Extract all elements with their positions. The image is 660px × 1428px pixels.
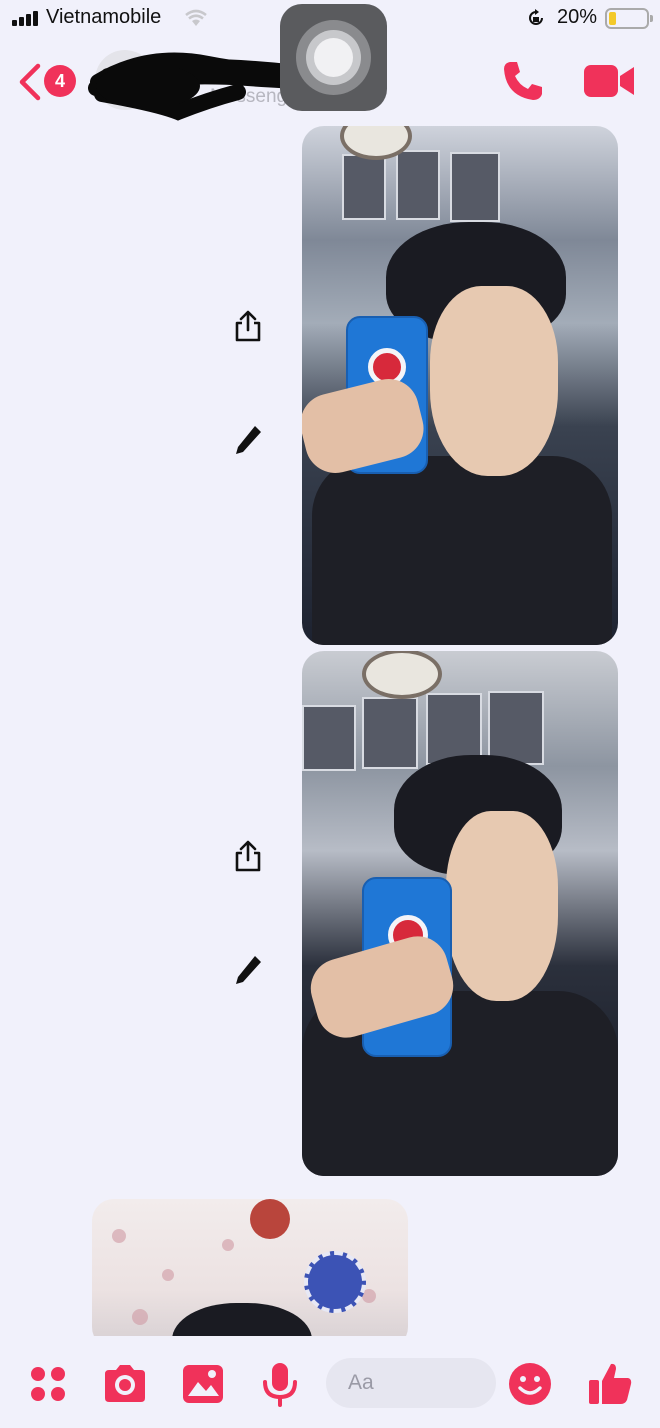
edit-pencil-icon [236, 426, 261, 454]
battery-percent: 20% [557, 6, 598, 28]
assistive-touch-button[interactable] [280, 4, 387, 111]
battery-level [609, 12, 616, 25]
photo-message[interactable] [92, 1199, 408, 1349]
back-button[interactable]: 4 [16, 60, 76, 104]
share-icon [235, 840, 261, 872]
share-icon [235, 310, 261, 342]
gallery-icon[interactable] [179, 1360, 227, 1408]
composer-bar [0, 1336, 660, 1428]
rotation-lock-icon [529, 9, 543, 25]
chevron-left-icon [19, 63, 41, 101]
message-composer[interactable] [326, 1358, 496, 1408]
message-input[interactable] [348, 1368, 478, 1398]
photo-message[interactable] [302, 126, 618, 645]
microphone-icon[interactable] [256, 1360, 304, 1408]
share-button[interactable] [218, 296, 278, 356]
carrier-name: Vietnamobile [46, 6, 162, 28]
edit-button[interactable] [218, 410, 278, 470]
photo-message[interactable] [302, 651, 618, 1176]
unread-count-badge: 4 [44, 65, 76, 97]
apps-grid-icon[interactable] [24, 1360, 72, 1408]
wifi-icon [185, 9, 207, 26]
emoji-icon[interactable] [506, 1360, 554, 1408]
camera-icon[interactable] [101, 1360, 149, 1408]
conversation-header: 4 Messenger [0, 4, 660, 124]
battery-icon [605, 8, 653, 29]
video-camera-icon[interactable] [582, 62, 636, 100]
edit-button[interactable] [218, 940, 278, 1000]
signal-bars-icon [12, 10, 42, 26]
thumbs-up-icon[interactable] [586, 1360, 634, 1408]
edit-pencil-icon [236, 956, 261, 984]
share-button[interactable] [218, 826, 278, 886]
phone-icon[interactable] [500, 58, 546, 104]
